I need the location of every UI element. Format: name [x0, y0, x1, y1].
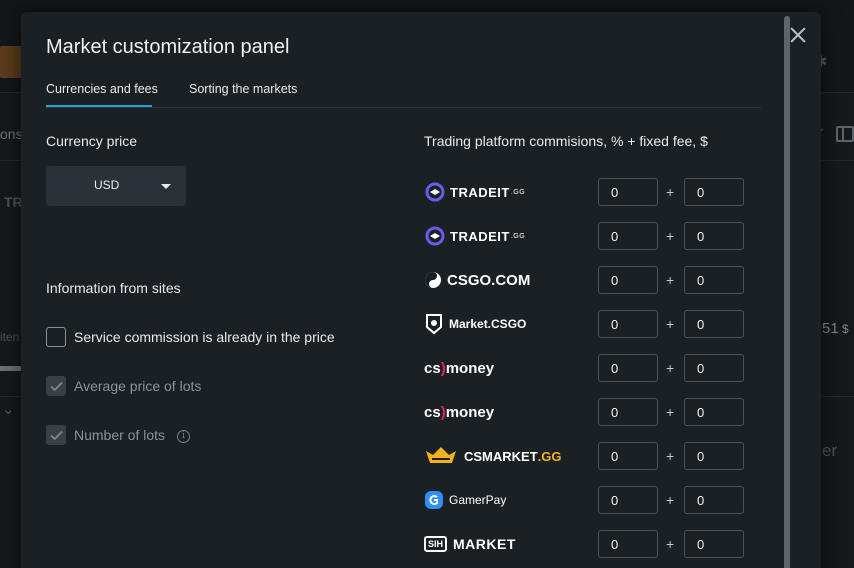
platform-logo-cs-money: cs) money [424, 359, 495, 377]
fixed-fee-input[interactable] [684, 354, 744, 382]
modal-scrollbar[interactable] [784, 16, 790, 568]
fixed-fee-input[interactable] [684, 486, 744, 514]
background-text: er [822, 441, 838, 460]
platform-logo-csgo-com: CSGO.COM [424, 268, 530, 292]
fixed-fee-input[interactable] [684, 222, 744, 250]
plus-sign: + [666, 272, 675, 288]
platform-logo-sih-market: SIH MARKET [424, 532, 516, 556]
background-currency: $ [842, 322, 849, 336]
plus-sign: + [666, 184, 675, 200]
checkmark-icon [50, 381, 63, 392]
platform-row: SIH MARKET + [424, 530, 744, 558]
plus-sign: + [666, 316, 675, 332]
percent-fee-input[interactable] [598, 310, 658, 338]
chevron-down-icon [161, 184, 171, 189]
close-icon[interactable] [787, 24, 809, 46]
platform-logo-market-csgo: Market.CSGO [424, 312, 526, 336]
fixed-fee-input[interactable] [684, 530, 744, 558]
currency-select[interactable]: USD [46, 166, 186, 206]
modal-scrollbar-thumb[interactable] [784, 16, 790, 568]
fees-label: Trading platform commisions, % + fixed f… [424, 133, 708, 149]
background-text: iten [0, 330, 20, 344]
currency-price-label: Currency price [46, 133, 138, 149]
plus-sign: + [666, 536, 675, 552]
percent-fee-input[interactable] [598, 354, 658, 382]
gamerpay-icon [425, 491, 443, 509]
plus-sign: + [666, 404, 675, 420]
info-icon[interactable]: i [177, 430, 190, 443]
information-from-sites-label: Information from sites [46, 280, 181, 296]
background-price: 51 [822, 320, 839, 337]
fixed-fee-input[interactable] [684, 398, 744, 426]
platform-logo-tradeit: TRADEIT .GG [424, 224, 525, 248]
tab-currencies-and-fees[interactable]: Currencies and fees [46, 82, 158, 107]
percent-fee-input[interactable] [598, 222, 658, 250]
platform-row: cs)money + [424, 354, 744, 382]
tradeit-icon [425, 226, 445, 246]
background-text: TR [4, 194, 23, 210]
checkbox[interactable] [46, 425, 66, 445]
modal-title: Market customization panel [46, 36, 290, 58]
checkbox[interactable] [46, 376, 66, 396]
percent-fee-input[interactable] [598, 178, 658, 206]
currency-select-value: USD [94, 178, 120, 192]
plus-sign: + [666, 360, 675, 376]
checkbox-label: Number of lots [74, 427, 166, 443]
platform-row: TRADEIT.GG + [424, 222, 744, 250]
market-customization-modal: Market customization panel Currencies an… [21, 12, 821, 568]
columns-icon [836, 126, 854, 142]
platform-logo-csmarket-gg: CSMARKET .GG [424, 444, 562, 468]
checkbox-label: Service commission is already in the pri… [74, 329, 335, 345]
platform-row: CSGO.COM + [424, 266, 744, 294]
platform-row: TRADEIT.GG + [424, 178, 744, 206]
plus-sign: + [666, 492, 675, 508]
platform-row: cs)money + [424, 398, 744, 426]
platform-row: GamerPay + [424, 486, 744, 514]
chevron-down-icon: ⌄ [2, 401, 15, 418]
percent-fee-input[interactable] [598, 486, 658, 514]
background-progress-bar [0, 366, 22, 371]
tab-sorting-the-markets[interactable]: Sorting the markets [189, 82, 297, 107]
platform-logo-tradeit: TRADEIT .GG [424, 180, 525, 204]
tab-bar: Currencies and fees Sorting the markets [46, 82, 761, 108]
plus-sign: + [666, 228, 675, 244]
platform-row: Market.CSGO + [424, 310, 744, 338]
tradeit-icon [425, 182, 445, 202]
background-text: ons [0, 126, 23, 142]
percent-fee-input[interactable] [598, 398, 658, 426]
percent-fee-input[interactable] [598, 266, 658, 294]
crown-icon [426, 447, 456, 463]
background-item-thumbnail [0, 46, 22, 78]
percent-fee-input[interactable] [598, 530, 658, 558]
platform-logo-cs-money: cs) money [424, 403, 495, 421]
market-csgo-icon [426, 314, 442, 335]
fixed-fee-input[interactable] [684, 266, 744, 294]
platform-row: CSMARKET.GG + [424, 442, 744, 470]
fixed-fee-input[interactable] [684, 178, 744, 206]
csgo-com-icon [425, 272, 441, 288]
sih-badge-icon: SIH [424, 536, 448, 552]
platform-logo-gamerpay: GamerPay [424, 488, 506, 512]
checkbox[interactable] [46, 327, 66, 347]
percent-fee-input[interactable] [598, 442, 658, 470]
fixed-fee-input[interactable] [684, 442, 744, 470]
checkmark-icon [50, 430, 63, 441]
plus-sign: + [666, 448, 675, 464]
checkbox-label: Average price of lots [74, 378, 202, 394]
fixed-fee-input[interactable] [684, 310, 744, 338]
